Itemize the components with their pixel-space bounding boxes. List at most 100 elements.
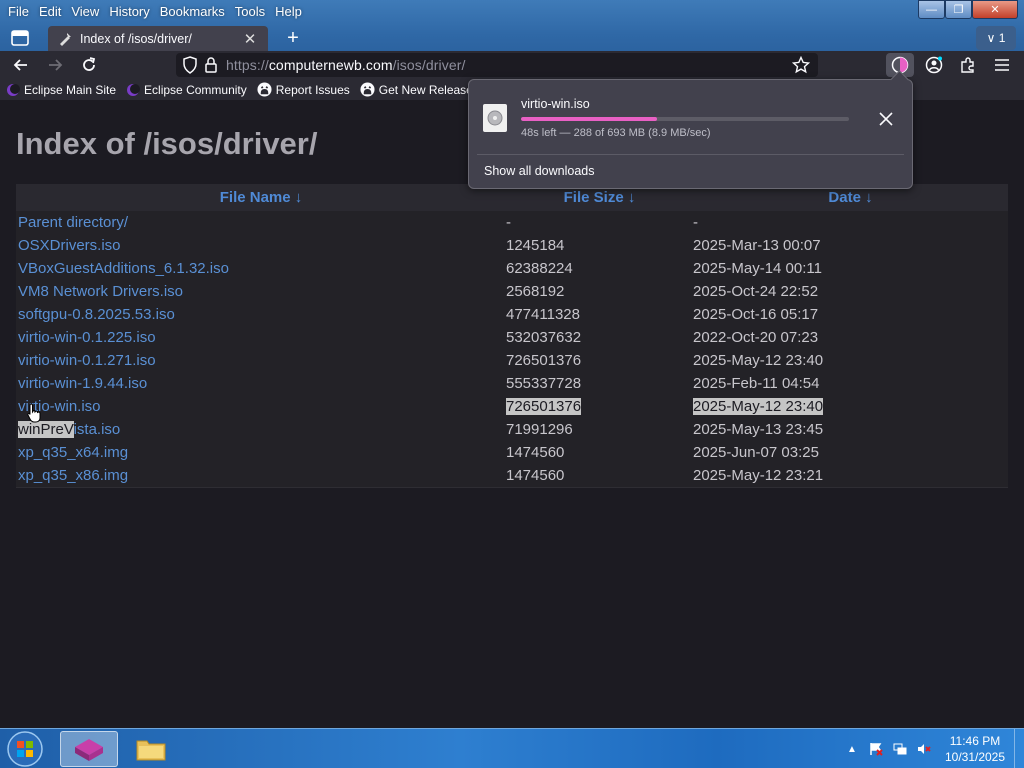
download-progress-fill	[521, 117, 658, 121]
network-icon[interactable]	[892, 741, 908, 757]
file-name-cell: virtio-win-0.1.225.iso	[16, 326, 506, 349]
file-date: 2022-Oct-20 07:23	[693, 329, 819, 346]
file-size-cell: 1474560	[506, 464, 693, 487]
taskbar-app-browser[interactable]	[60, 731, 118, 767]
show-desktop-button[interactable]	[1014, 729, 1024, 768]
app-menu-button[interactable]	[991, 54, 1013, 76]
file-date-cell: 2025-Jun-07 03:25	[693, 441, 1008, 464]
bookmark-label: Get New Releases	[378, 82, 479, 97]
column-header-name[interactable]: File Name ↓	[16, 184, 506, 211]
show-all-downloads-button[interactable]: Show all downloads	[484, 164, 595, 178]
menu-history[interactable]: History	[104, 4, 154, 19]
browser-app-icon	[75, 739, 103, 761]
file-date-cell: 2025-Feb-11 04:54	[693, 372, 1008, 395]
bookmark-label: Eclipse Main Site	[24, 82, 117, 97]
file-date: 2025-Mar-13 00:07	[693, 237, 821, 254]
new-tab-button[interactable]: +	[282, 28, 304, 50]
reload-button[interactable]	[78, 54, 100, 76]
file-date: 2025-Oct-16 05:17	[693, 306, 819, 323]
account-button[interactable]	[923, 54, 945, 76]
bookmark-report-issues[interactable]: Report Issues	[257, 82, 350, 97]
bookmark-eclipse-main[interactable]: Eclipse Main Site	[6, 83, 116, 97]
clock-time: 11:46 PM	[949, 734, 1001, 748]
cancel-download-button[interactable]	[875, 108, 897, 130]
file-link[interactable]: VM8 Network Drivers.iso	[18, 283, 183, 300]
minimize-button[interactable]: —	[918, 0, 945, 19]
menu-tools[interactable]: Tools	[230, 4, 270, 19]
file-date: -	[693, 214, 698, 231]
file-link[interactable]: virtio-win-1.9.44.iso	[18, 375, 147, 392]
eclipse-icon	[7, 83, 20, 96]
file-link[interactable]: xp_q35_x86.img	[18, 467, 128, 484]
file-link[interactable]: xp_q35_x64.img	[18, 444, 128, 461]
file-date-cell: 2025-May-12 23:40	[693, 349, 1008, 372]
file-size-cell: 726501376	[506, 349, 693, 372]
clock[interactable]: 11:46 PM 10/31/2025	[940, 733, 1010, 765]
tab-active[interactable]: Index of /isos/driver/ ✕	[48, 26, 268, 52]
folder-icon	[136, 740, 166, 761]
url-text: https://computernewb.com/isos/driver/	[226, 57, 465, 73]
file-date-cell: 2025-Oct-24 22:52	[693, 280, 1008, 303]
tab-strip: Index of /isos/driver/ ✕ + ∨ 1	[0, 26, 1024, 52]
file-link[interactable]: virtio-win-0.1.225.iso	[18, 329, 156, 346]
file-size-cell: 726501376	[506, 395, 693, 418]
bookmark-get-new-releases[interactable]: Get New Releases	[360, 82, 479, 97]
menu-file[interactable]: File	[3, 4, 34, 19]
file-date: 2025-May-12 23:40	[693, 398, 824, 415]
menu-help[interactable]: Help	[270, 4, 307, 19]
page-title: Index of /isos/driver/	[16, 126, 318, 161]
bookmark-star-icon[interactable]	[792, 56, 810, 74]
file-date-cell: 2025-May-13 23:45	[693, 418, 1008, 441]
menu-view[interactable]: View	[66, 4, 104, 19]
downloads-panel: virtio-win.iso 48s left — 288 of 693 MB …	[468, 79, 913, 189]
firefox-view-button[interactable]	[8, 27, 32, 49]
file-size-cell: 71991296	[506, 418, 693, 441]
action-center-flag-icon[interactable]	[868, 741, 884, 757]
show-hidden-icons-button[interactable]: ▲	[844, 741, 860, 757]
file-date: 2025-May-14 00:11	[693, 260, 822, 277]
github-icon	[257, 82, 272, 97]
table-row: xp_q35_x86.img 1474560 2025-May-12 23:21	[16, 464, 1008, 487]
bookmark-eclipse-community[interactable]: Eclipse Community	[126, 83, 247, 97]
file-link[interactable]: OSXDrivers.iso	[18, 237, 121, 254]
file-name-cell: VM8 Network Drivers.iso	[16, 280, 506, 303]
reload-icon	[83, 57, 96, 71]
file-size: 62388224	[506, 260, 573, 277]
lock-icon[interactable]	[204, 56, 218, 74]
taskbar-app-explorer[interactable]	[122, 731, 180, 767]
menu-bookmarks[interactable]: Bookmarks	[155, 4, 230, 19]
menu-edit[interactable]: Edit	[34, 4, 66, 19]
close-window-button[interactable]: ✕	[972, 0, 1018, 19]
tracking-protection-icon[interactable]	[182, 56, 198, 74]
volume-muted-icon[interactable]	[916, 741, 932, 757]
file-listing-body: Parent directory/ - - OSXDrivers.iso 1245184…	[16, 211, 1008, 487]
url-bar[interactable]: https://computernewb.com/isos/driver/	[176, 53, 818, 77]
file-name-cell: xp_q35_x86.img	[16, 464, 506, 487]
file-link[interactable]: Parent directory/	[18, 214, 128, 231]
maximize-button[interactable]: ❐	[945, 0, 972, 19]
start-button[interactable]	[5, 730, 45, 768]
file-date-cell: 2025-May-12 23:40	[693, 395, 1008, 418]
download-status: 48s left — 288 of 693 MB (8.9 MB/sec)	[521, 127, 711, 139]
tab-close-icon[interactable]: ✕	[242, 30, 258, 48]
file-link[interactable]: softgpu-0.8.2025.53.iso	[18, 306, 175, 323]
table-row: virtio-win-0.1.225.iso 532037632 2022-Oct-…	[16, 326, 1008, 349]
list-all-tabs-button[interactable]: ∨ 1	[976, 26, 1016, 50]
forward-button[interactable]	[44, 54, 66, 76]
back-button[interactable]	[10, 54, 32, 76]
windows-orb-icon	[7, 731, 43, 767]
table-row: OSXDrivers.iso 1245184 2025-Mar-13 00:07	[16, 234, 1008, 257]
extensions-button[interactable]	[957, 54, 979, 76]
divider	[477, 154, 904, 155]
file-link[interactable]: virtio-win-0.1.271.iso	[18, 352, 156, 369]
table-row: virtio-win-1.9.44.iso 555337728 2025-Feb-1…	[16, 372, 1008, 395]
disc-image-file-icon	[483, 104, 507, 132]
mouse-pointer-hand-icon	[27, 403, 41, 423]
page-content: Index of /isos/driver/ File Name ↓ File …	[0, 100, 1024, 728]
file-link[interactable]: VBoxGuestAdditions_6.1.32.iso	[18, 260, 229, 277]
back-arrow-icon	[13, 59, 27, 71]
file-link[interactable]: winPreVista.iso	[18, 421, 120, 438]
download-filename[interactable]: virtio-win.iso	[521, 97, 590, 111]
file-date-cell: 2025-May-14 00:11	[693, 257, 1008, 280]
file-date: 2025-May-13 23:45	[693, 421, 824, 438]
